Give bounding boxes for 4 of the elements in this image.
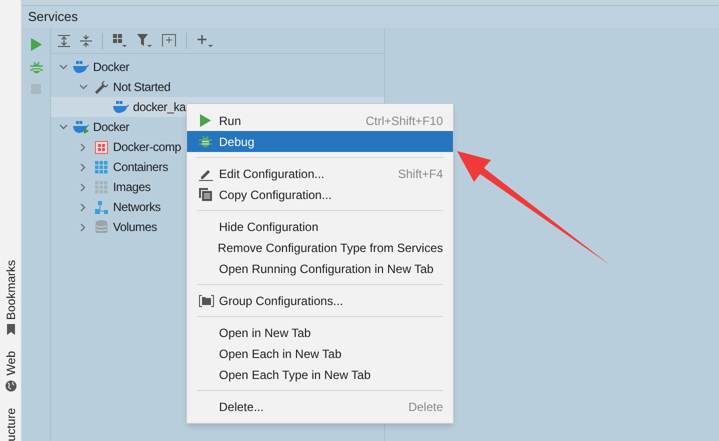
panel-header: Services: [22, 6, 719, 28]
shortcut-label: Ctrl+Shift+F10: [366, 112, 443, 130]
shortcut-label: Delete: [408, 398, 443, 416]
shortcut-label: Shift+F4: [398, 166, 443, 182]
